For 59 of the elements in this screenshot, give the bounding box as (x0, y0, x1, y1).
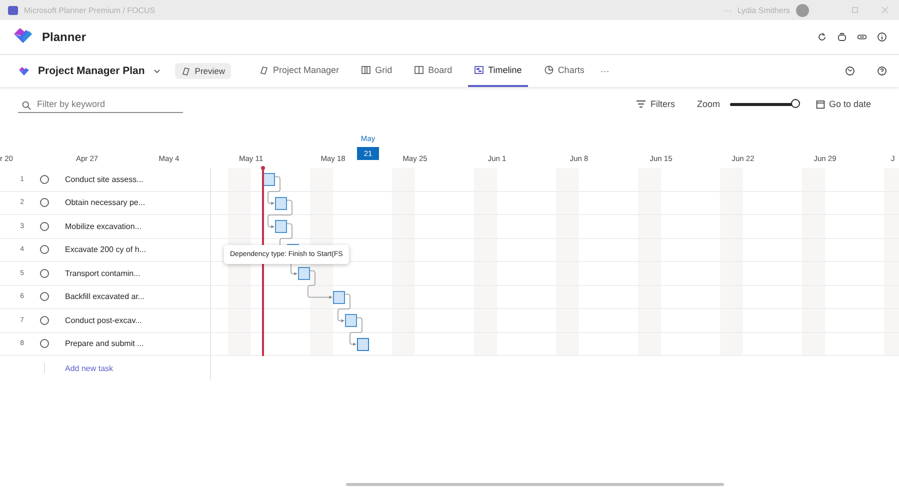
task-bar[interactable] (275, 220, 287, 233)
task-title[interactable]: Conduct site assess... (65, 174, 144, 184)
task-bar[interactable] (345, 314, 357, 327)
more-tabs-button[interactable]: ··· (600, 66, 610, 76)
info-icon[interactable] (877, 32, 887, 42)
zoom-label: Zoom (696, 99, 720, 109)
task-title[interactable]: Excavate 200 cy of h... (65, 245, 146, 254)
view-tab[interactable]: Project Manager (253, 55, 346, 87)
task-bar[interactable] (263, 173, 275, 186)
task-title[interactable]: Mobilize excavation... (65, 222, 142, 231)
calendar-icon (816, 100, 825, 108)
filters-button[interactable]: Filters (636, 99, 675, 109)
board-icon (414, 65, 424, 75)
task-checkbox[interactable] (40, 245, 49, 254)
preview-button[interactable]: Preview (174, 63, 232, 79)
filter-icon (636, 100, 646, 108)
view-tab[interactable]: Charts (538, 55, 590, 87)
view-tab[interactable]: Timeline (468, 55, 528, 87)
bot-icon[interactable] (837, 32, 847, 42)
task-bar[interactable] (298, 267, 310, 280)
help-icon[interactable] (877, 66, 887, 76)
grid-icon (361, 65, 372, 75)
dependency-connector (350, 317, 362, 346)
task-checkbox[interactable] (40, 174, 49, 184)
timeline-icon (474, 65, 484, 75)
task-checkbox[interactable] (40, 316, 49, 325)
dependency-connector (338, 294, 350, 322)
task-title[interactable]: Conduct post-excav... (65, 316, 142, 325)
view-tab[interactable]: Board (408, 55, 458, 87)
link-icon[interactable] (857, 32, 867, 42)
dependency-connector (308, 270, 332, 299)
task-bar[interactable] (357, 338, 369, 350)
window-title: Microsoft Planner Premium / FOCUS (24, 6, 156, 14)
scrollbar[interactable] (346, 483, 724, 486)
task-checkbox[interactable] (40, 268, 49, 278)
task-title[interactable]: Prepare and submit ... (65, 339, 144, 348)
task-checkbox[interactable] (40, 222, 49, 231)
task-checkbox[interactable] (40, 339, 49, 348)
add-task-link[interactable]: Add new task (65, 364, 114, 372)
plan-logo-icon (18, 66, 30, 76)
today-marker (261, 166, 265, 170)
task-checkbox[interactable] (40, 198, 49, 208)
teams-logo-icon (8, 6, 18, 14)
task-bar[interactable] (275, 196, 287, 210)
task-bar[interactable] (333, 290, 345, 304)
chevron-down-icon[interactable] (152, 67, 161, 75)
user-name: Lydia Smithers (737, 6, 790, 14)
task-title[interactable]: Backfill excavated ar... (65, 292, 145, 302)
view-tab[interactable]: Grid (355, 55, 398, 87)
go-to-date-button[interactable]: Go to date (816, 99, 871, 109)
search-field[interactable]: Filter by keyword (18, 96, 183, 112)
task-title[interactable]: Obtain necessary pe... (65, 198, 146, 208)
search-icon (22, 100, 31, 110)
charts-icon (544, 65, 554, 75)
task-title[interactable]: Transport contamin... (65, 268, 140, 278)
app-title: Planner (42, 30, 86, 44)
task-checkbox[interactable] (40, 292, 49, 302)
refresh-icon[interactable] (817, 32, 827, 42)
plan-name[interactable]: Project Manager Plan (38, 65, 145, 77)
